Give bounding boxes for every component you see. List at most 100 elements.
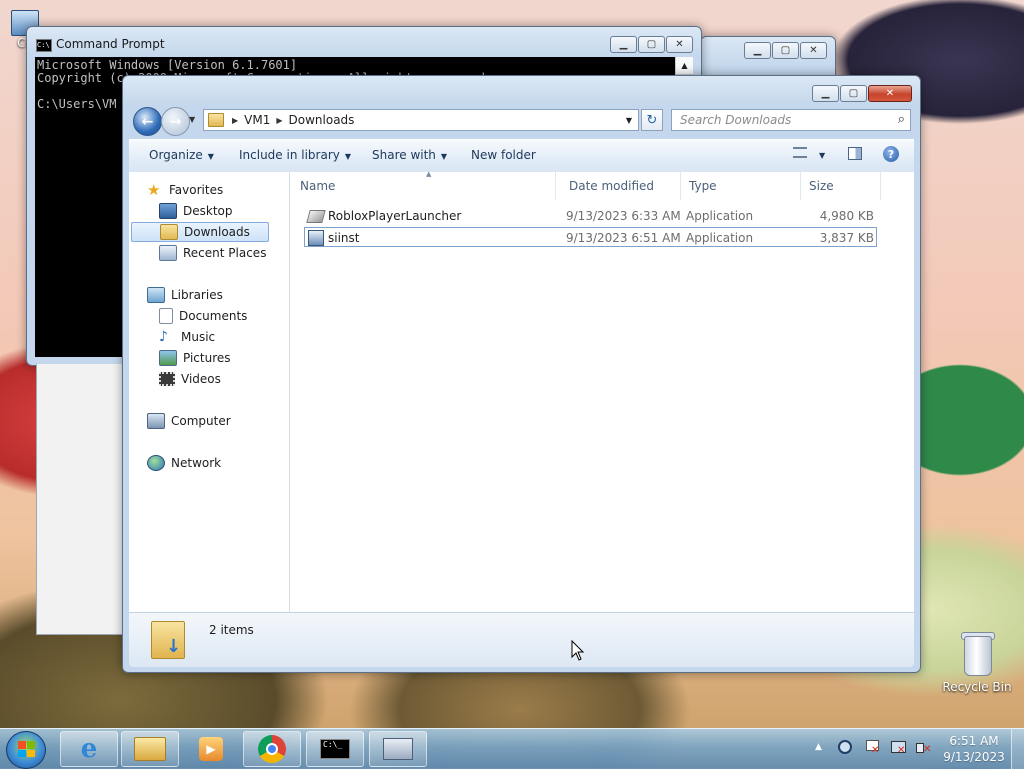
nav-recent-places[interactable]: Recent Places [159,243,266,263]
file-list[interactable]: Name ▲ Date modified Type Size RobloxPla… [290,170,914,612]
nav-documents[interactable]: Documents [159,306,247,326]
network-status-icon[interactable]: ✕ [891,740,907,756]
view-options-button[interactable]: ▼ [793,147,825,161]
nav-pictures-label: Pictures [183,351,231,365]
minimize-button[interactable]: ▁ [744,42,771,59]
recycle-bin[interactable]: Recycle Bin [940,630,1014,694]
close-button[interactable]: ✕ [666,36,693,53]
preview-pane-icon [848,147,862,160]
chrome-icon [258,735,286,763]
address-dropdown-icon[interactable]: ▼ [626,116,632,125]
organize-button[interactable]: Organize ▼ [149,148,214,162]
tray-search-icon[interactable] [838,740,852,754]
maximize-button[interactable]: ▢ [772,42,799,59]
nav-desktop[interactable]: Desktop [159,201,233,221]
star-icon: ★ [147,181,161,199]
nav-videos-label: Videos [181,372,221,386]
address-bar[interactable]: ▶ VM1 ▶ Downloads ▼ [203,109,639,131]
downloads-folder-icon [160,224,178,240]
refresh-button[interactable]: ↻ [641,109,663,131]
explorer-window[interactable]: ▁ ▢ ✕ ← → ▼ ▶ VM1 ▶ Downloads ▼ ↻ Search… [122,75,921,673]
search-placeholder: Search Downloads [680,113,792,127]
downloads-folder-large-icon: ↓ [151,621,185,659]
action-center-flag-icon[interactable]: ✕ [866,740,880,756]
file-row[interactable]: RobloxPlayerLauncher 9/13/2023 6:33 AM A… [304,206,877,226]
taskbar-on-screen-keyboard[interactable] [369,731,427,767]
minimize-button[interactable]: ▁ [812,85,839,102]
share-with-button[interactable]: Share with ▼ [372,148,447,162]
nav-computer[interactable]: Computer [147,411,231,431]
background-window[interactable]: ▁ ▢ ✕ [700,36,836,78]
system-clock[interactable]: 6:51 AM 9/13/2023 [940,733,1008,765]
item-count: 2 items [209,623,254,637]
nav-documents-label: Documents [179,309,248,323]
minimize-button[interactable]: ▁ [610,36,637,53]
file-type: Application [686,231,754,245]
roblox-app-icon [306,210,326,223]
column-header-size[interactable]: Size [801,172,881,200]
nav-videos[interactable]: Videos [159,369,221,389]
taskbar-media-player[interactable]: ▶ [182,731,240,767]
nav-music[interactable]: ♪ Music [159,327,215,347]
forward-button[interactable]: → [161,107,190,136]
close-button[interactable]: ✕ [800,42,827,59]
taskbar-internet-explorer[interactable]: e [60,731,118,767]
cmd-icon: C:\ [36,39,52,52]
nav-desktop-label: Desktop [183,204,233,218]
preview-pane-button[interactable] [848,147,862,163]
new-folder-label: New folder [471,148,536,162]
column-header-date[interactable]: Date modified [561,172,681,200]
maximize-button[interactable]: ▢ [638,36,665,53]
column-header-name[interactable]: Name [292,172,556,200]
nav-network[interactable]: Network [147,453,221,473]
include-label: Include in library [239,148,340,162]
recycle-bin-label: Recycle Bin [942,680,1012,694]
clock-time: 6:51 AM [949,734,999,748]
file-row[interactable]: siinst 9/13/2023 6:51 AM Application 3,8… [304,227,877,247]
column-type-label: Type [689,179,717,193]
search-input[interactable]: Search Downloads ⌕ [671,109,911,131]
recent-pages-dropdown-icon[interactable]: ▼ [189,115,195,124]
network-icon [147,455,165,471]
show-desktop-button[interactable] [1011,729,1024,769]
volume-muted-icon[interactable]: ✕ [916,740,932,756]
taskbar-command-prompt[interactable]: C:\_ [306,731,364,767]
documents-icon [159,308,173,324]
background-window-edge [36,364,124,635]
show-hidden-icons-arrow-icon[interactable]: ▲ [815,742,822,752]
file-name: siinst [328,231,360,245]
new-folder-button[interactable]: New folder [471,148,536,162]
keyboard-icon [383,738,413,760]
close-button[interactable]: ✕ [868,85,912,102]
window-title: Command Prompt [56,37,165,51]
chevron-down-icon: ▼ [207,152,214,161]
search-icon[interactable]: ⌕ [898,112,905,127]
nav-favorites-label: Favorites [169,183,224,197]
help-icon: ? [883,146,899,162]
maximize-button[interactable]: ▢ [840,85,867,102]
help-button[interactable]: ? [883,146,899,162]
sort-ascending-icon: ▲ [426,170,432,178]
pictures-icon [159,350,177,366]
nav-favorites[interactable]: ★ Favorites [147,180,223,200]
nav-libraries[interactable]: Libraries [147,285,223,305]
start-button[interactable] [6,731,46,769]
nav-pictures[interactable]: Pictures [159,348,231,368]
column-header-type[interactable]: Type [681,172,801,200]
nav-music-label: Music [181,330,216,344]
navigation-pane: ★ Favorites Desktop Downloads Recent Plac… [129,172,290,612]
scroll-up-icon[interactable]: ▲ [676,57,693,75]
file-type: Application [686,209,754,223]
back-button[interactable]: ← [133,107,162,136]
nav-downloads[interactable]: Downloads [131,222,269,242]
include-in-library-button[interactable]: Include in library ▼ [239,148,351,162]
column-date-label: Date modified [569,179,655,193]
taskbar-chrome[interactable] [243,731,301,767]
nav-recent-label: Recent Places [183,246,267,260]
nav-network-label: Network [171,456,222,470]
breadcrumb-vm1[interactable]: VM1 [238,113,276,127]
column-size-label: Size [809,179,834,193]
taskbar-windows-explorer[interactable] [121,731,179,767]
view-list-icon [793,147,807,158]
breadcrumb-downloads[interactable]: Downloads [283,113,361,127]
